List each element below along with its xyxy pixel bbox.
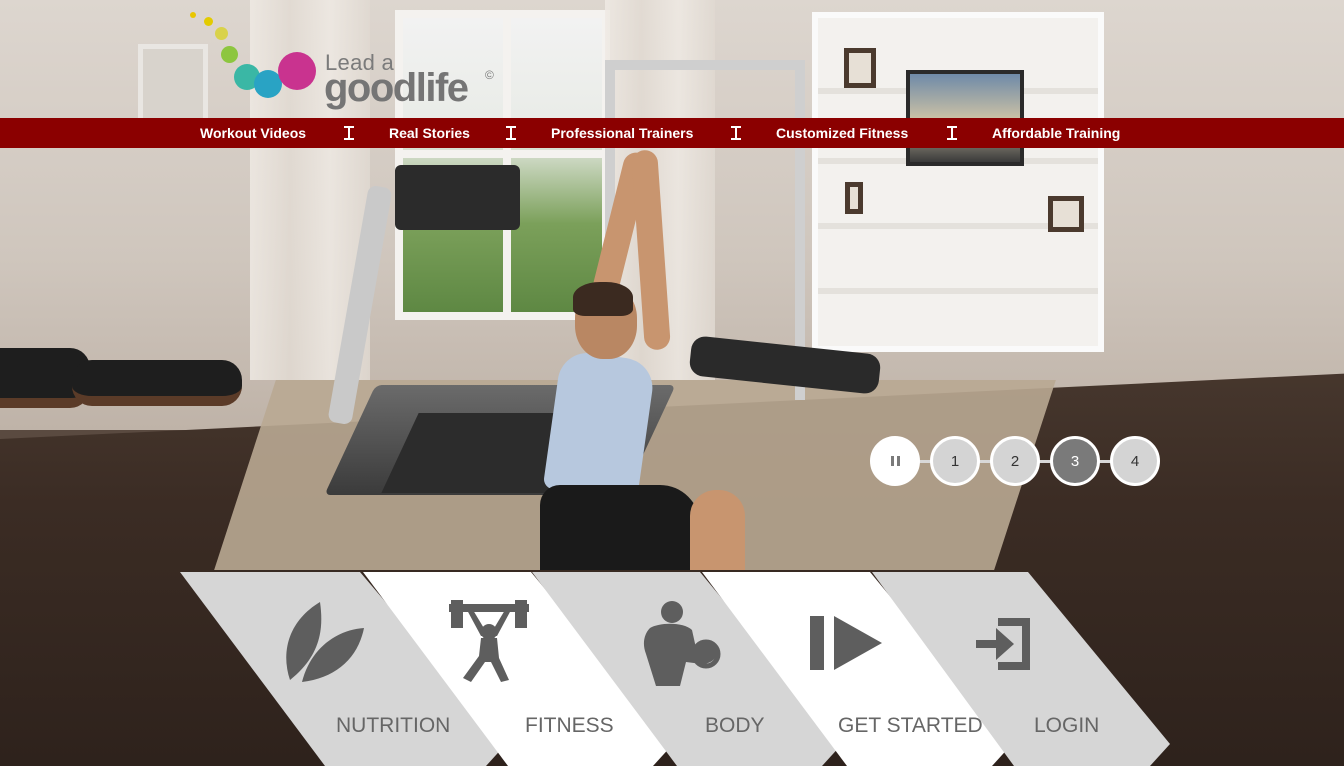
slide-page-1-button[interactable]: 1	[930, 436, 980, 486]
shelf-picture	[844, 48, 876, 88]
pause-button[interactable]	[870, 436, 920, 486]
login-icon	[976, 618, 1030, 670]
ottoman	[72, 360, 242, 406]
slideshow-pager: 1 2 3 4	[870, 436, 1162, 486]
menu-tile-login[interactable]: LOGIN	[872, 572, 1172, 766]
menu-label-login: LOGIN	[1034, 714, 1100, 737]
logo-dot	[278, 52, 316, 90]
site-logo[interactable]: Lead a goodlife ©	[188, 12, 508, 117]
nav-separator-icon	[946, 126, 958, 140]
slide-page-4-button[interactable]: 4	[1110, 436, 1160, 486]
nav-real-stories[interactable]: Real Stories	[389, 118, 470, 148]
main-navigation: Workout Videos Real Stories Professional…	[0, 118, 1344, 148]
nav-separator-icon	[343, 126, 355, 140]
shelf-picture	[845, 182, 863, 214]
shelf-picture	[1048, 196, 1084, 232]
slide-page-2-button[interactable]: 2	[990, 436, 1040, 486]
pause-icon	[890, 456, 900, 466]
weightlifter-icon	[449, 600, 529, 682]
logo-dot	[215, 27, 228, 40]
logo-dot	[204, 17, 213, 26]
nav-separator-icon	[730, 126, 742, 140]
nav-workout-videos[interactable]: Workout Videos	[200, 118, 306, 148]
leaf-icon	[286, 602, 364, 682]
logo-dot	[221, 46, 238, 63]
logo-dot	[190, 12, 196, 18]
nav-separator-icon	[505, 126, 517, 140]
nav-affordable-training[interactable]: Affordable Training	[992, 118, 1120, 148]
logo-text-goodlife: goodlife	[324, 66, 469, 110]
nav-customized-fitness[interactable]: Customized Fitness	[776, 118, 908, 148]
exercising-man	[540, 149, 750, 570]
copyright-symbol: ©	[485, 68, 494, 82]
nav-professional-trainers[interactable]: Professional Trainers	[551, 118, 693, 148]
slide-page-3-button[interactable]: 3	[1050, 436, 1100, 486]
